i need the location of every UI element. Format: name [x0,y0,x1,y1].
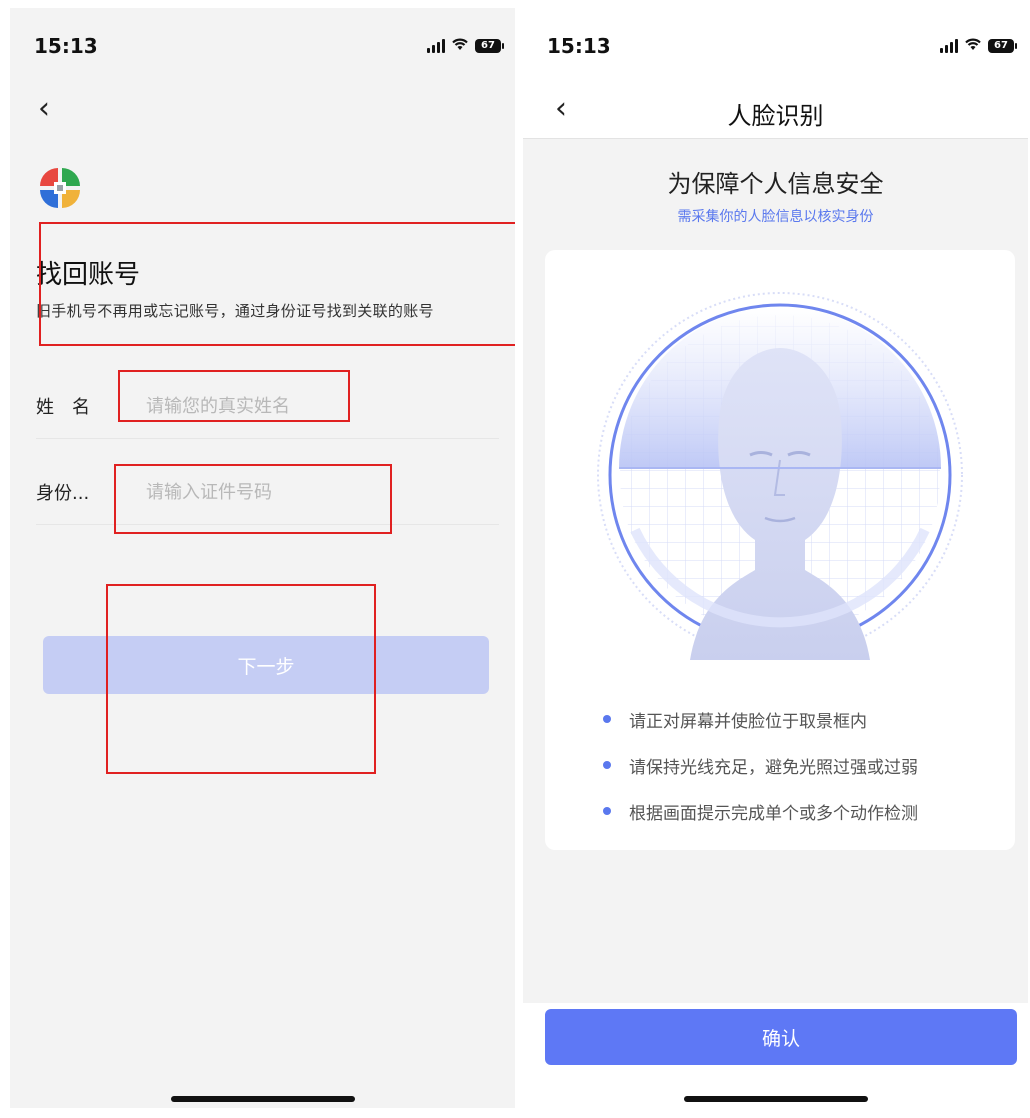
battery-icon: 67 [475,38,504,53]
wifi-icon [451,36,469,55]
id-row: 身份... [36,460,499,525]
name-row: 姓 名 [36,374,499,439]
battery-icon: 67 [988,38,1017,53]
nav-title: 人脸识别 [727,102,824,130]
home-indicator [683,1096,868,1102]
list-item: 请正对屏幕并使脸位于取景框内 [603,696,918,742]
id-label: 身份... [36,483,90,504]
status-time: 15:13 [34,34,98,58]
list-item: 根据画面提示完成单个或多个动作检测 [603,788,918,834]
bullet-icon [603,807,611,815]
bullet-icon [603,715,611,723]
wifi-icon [964,36,982,55]
tips-list: 请正对屏幕并使脸位于取景框内 请保持光线充足，避免光照过强或过弱 根据画面提示完… [603,696,918,834]
status-icons: 67 [940,36,1017,55]
home-indicator [170,1096,355,1102]
app-logo-icon [40,168,80,208]
security-heading: 为保障个人信息安全 [667,170,884,198]
bullet-icon [603,761,611,769]
face-guide-card: 请正对屏幕并使脸位于取景框内 请保持光线充足，避免光照过强或过弱 根据画面提示完… [545,250,1015,850]
account-recovery-screen: 15:13 67 ‹ 找回账号 旧手机号不再用或忘记账号，通过身份证号找到关联的… [10,8,515,1108]
signal-icon [940,38,958,53]
status-time: 15:13 [547,34,611,58]
confirm-button[interactable]: 确认 [545,1009,1017,1065]
next-step-button[interactable]: 下一步 [43,636,489,694]
id-number-input[interactable] [146,481,499,503]
status-icons: 67 [427,36,504,55]
page-subtitle: 旧手机号不再用或忘记账号，通过身份证号找到关联的账号 [36,302,434,320]
nav-bar: 15:13 67 ‹ 人脸识别 [523,8,1028,139]
signal-icon [427,38,445,53]
face-scan-illustration [597,292,963,660]
name-input[interactable] [146,395,499,417]
face-recognition-screen: 15:13 67 ‹ 人脸识别 为保障个人信息安全 需采集你的人脸信息以核实身份 [523,8,1028,1108]
security-subheading: 需采集你的人脸信息以核实身份 [677,209,874,225]
name-label: 姓 名 [36,397,90,418]
page-title: 找回账号 [36,260,141,290]
list-item: 请保持光线充足，避免光照过强或过弱 [603,742,918,788]
back-icon[interactable]: ‹ [38,94,50,124]
bottom-bar: 确认 [523,1003,1028,1108]
